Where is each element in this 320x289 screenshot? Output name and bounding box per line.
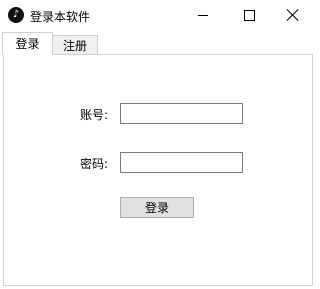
- minimize-icon: [198, 14, 208, 16]
- account-input[interactable]: [120, 103, 243, 124]
- maximize-button[interactable]: [226, 0, 272, 30]
- window-title: 登录本软件: [30, 10, 91, 24]
- app-logo-icon: ♪: [8, 7, 24, 23]
- app-logo-glyph: ♪: [12, 9, 20, 20]
- tab-register[interactable]: 注册: [52, 35, 98, 55]
- tab-login[interactable]: 登录: [2, 32, 53, 55]
- login-button[interactable]: 登录: [120, 197, 194, 218]
- maximize-icon: [243, 9, 255, 21]
- title-bar: ♪ 登录本软件: [0, 0, 316, 32]
- password-label: 密码:: [80, 157, 109, 171]
- password-input[interactable]: [120, 152, 243, 173]
- minimize-button[interactable]: [180, 0, 226, 30]
- tab-strip: 登录 注册: [0, 32, 316, 55]
- account-label: 账号:: [80, 108, 109, 122]
- close-button[interactable]: [270, 0, 316, 30]
- close-icon: [286, 8, 300, 22]
